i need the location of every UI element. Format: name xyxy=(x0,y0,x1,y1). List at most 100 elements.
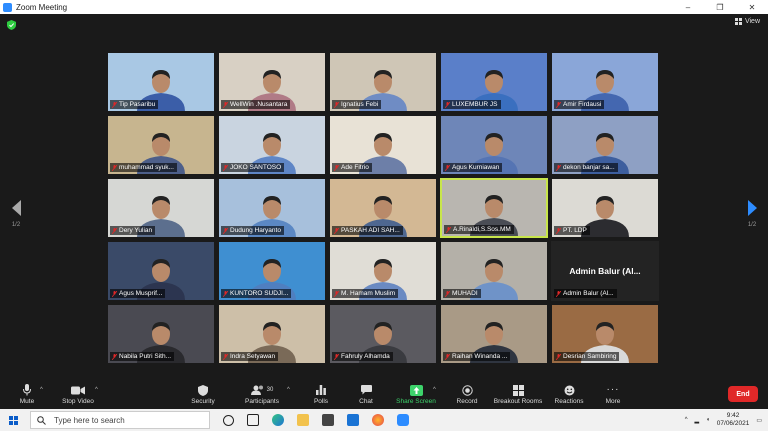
participant-name: muhammad syuk... xyxy=(119,164,174,171)
participant-tile[interactable]: Agus Musprif... xyxy=(107,241,215,301)
chevron-right-icon xyxy=(747,200,757,216)
zoom-app-icon xyxy=(3,2,12,12)
participant-name: KUNTORO SUDJI... xyxy=(230,290,289,297)
participant-tile[interactable]: muhammad syuk... xyxy=(107,115,215,175)
volume-icon[interactable]: ◖ xyxy=(706,417,710,423)
participants-button[interactable]: 30 Participants xyxy=(242,384,282,405)
chat-label: Chat xyxy=(359,398,373,405)
notifications-icon[interactable]: ▭ xyxy=(756,417,762,424)
security-label: Security xyxy=(191,398,215,405)
participant-tile[interactable]: Dery Yulian xyxy=(107,178,215,238)
participant-name: Raihan Winanda ... xyxy=(452,353,508,360)
breakout-rooms-button[interactable]: Breakout Rooms xyxy=(491,384,545,405)
muted-microphone-icon xyxy=(334,353,339,360)
participant-name-label: Agus Kurniawan xyxy=(443,163,503,172)
participant-tile[interactable]: Agus Kurniawan xyxy=(440,115,548,175)
participant-name-label: Agus Musprif... xyxy=(110,289,166,298)
windows-taskbar: Type here to search ^ ▂ ◖ 9:42 07/06/202… xyxy=(0,409,768,431)
mail-icon[interactable] xyxy=(347,414,359,426)
search-icon xyxy=(37,415,46,425)
participant-tile[interactable]: PASKAH ADI SAH... xyxy=(329,178,437,238)
participant-tile[interactable]: KUNTORO SUDJI... xyxy=(218,241,326,301)
mute-button[interactable]: Mute xyxy=(14,384,40,405)
firefox-icon[interactable] xyxy=(372,414,384,426)
maximize-button[interactable]: ❐ xyxy=(704,0,736,14)
participant-name-label: Indra Setyawan xyxy=(221,352,279,361)
participant-tile[interactable]: Desrian Sambiring xyxy=(551,304,659,364)
close-button[interactable]: ✕ xyxy=(736,0,768,14)
zoom-taskbar-icon[interactable] xyxy=(397,414,409,426)
participant-name: Desrian Sambiring xyxy=(563,353,617,360)
security-button[interactable]: Security xyxy=(188,384,218,405)
participant-name: Dery Yulian xyxy=(119,227,153,234)
chevron-up-icon: ^ xyxy=(287,387,290,393)
participant-tile[interactable]: Fahruly Alhamda xyxy=(329,304,437,364)
taskbar-search-input[interactable]: Type here to search xyxy=(30,411,210,429)
polls-button[interactable]: Polls xyxy=(311,384,331,405)
participant-tile[interactable]: MUHADI xyxy=(440,241,548,301)
chat-button[interactable]: Chat xyxy=(356,384,376,405)
participant-tile[interactable]: Raihan Winanda ... xyxy=(440,304,548,364)
participant-tile[interactable]: Amir Firdausi xyxy=(551,52,659,112)
share-screen-label: Share Screen xyxy=(396,398,436,405)
participant-name-label: dekon banjar sa... xyxy=(554,163,618,172)
participant-name: Indra Setyawan xyxy=(230,353,276,360)
stop-video-button[interactable]: Stop Video xyxy=(58,384,98,405)
record-label: Record xyxy=(456,398,478,405)
more-button[interactable]: ··· More xyxy=(603,384,623,406)
muted-microphone-icon xyxy=(223,353,228,360)
windows-start-icon[interactable] xyxy=(9,415,18,425)
muted-microphone-icon xyxy=(556,164,561,171)
microphone-icon xyxy=(23,384,31,396)
participant-tile[interactable]: Indra Setyawan xyxy=(218,304,326,364)
store-icon[interactable] xyxy=(322,414,334,426)
cortana-icon[interactable] xyxy=(223,414,234,426)
muted-microphone-icon xyxy=(112,353,117,360)
file-explorer-icon[interactable] xyxy=(297,414,309,426)
minimize-button[interactable]: – xyxy=(672,0,704,14)
polls-label: Polls xyxy=(313,398,329,405)
chevron-up-icon: ^ xyxy=(95,387,98,393)
participant-tile[interactable]: dekon banjar sa... xyxy=(551,115,659,175)
record-button[interactable]: Record xyxy=(455,384,479,405)
participant-tile[interactable]: Nabila Putri Sith... xyxy=(107,304,215,364)
chat-bubble-icon xyxy=(360,385,372,395)
participant-tile[interactable]: Ade Fitrio xyxy=(329,115,437,175)
clock-time: 9:42 xyxy=(726,412,740,419)
participant-tile[interactable]: Admin Balur (Al... Admin Balur (Al... xyxy=(551,241,659,301)
end-meeting-button[interactable]: End xyxy=(728,386,758,402)
task-view-icon[interactable] xyxy=(247,414,259,426)
participant-name-label: WellWin .Nusantara xyxy=(221,100,291,109)
participant-name-label: Amir Firdausi xyxy=(554,100,605,109)
gallery-view: Tip Pasaribu WellWin .Nusantara Ignatius F… xyxy=(107,52,662,370)
muted-microphone-icon xyxy=(446,226,451,233)
edge-browser-icon[interactable] xyxy=(272,414,284,426)
participant-name: M. Hamam Muslim xyxy=(341,290,396,297)
participant-tile[interactable]: WellWin .Nusantara xyxy=(218,52,326,112)
participant-tile[interactable]: PT. LDP xyxy=(551,178,659,238)
participant-name-label: Admin Balur (Al... xyxy=(554,289,617,298)
view-button[interactable]: View xyxy=(734,18,760,25)
reactions-button[interactable]: Reactions xyxy=(553,384,585,405)
next-page-button[interactable]: 1/2 xyxy=(742,200,762,228)
previous-page-button[interactable]: 1/2 xyxy=(6,200,26,228)
participant-name: A.Rinaldi,S.Sos.MM xyxy=(453,226,511,233)
participant-tile[interactable]: M. Hamam Muslim xyxy=(329,241,437,301)
network-icon[interactable]: ▂ xyxy=(695,417,700,424)
participant-name-label: PASKAH ADI SAH... xyxy=(332,226,403,235)
muted-microphone-icon xyxy=(334,227,339,234)
muted-microphone-icon xyxy=(334,101,339,108)
participant-tile[interactable]: Tip Pasaribu xyxy=(107,52,215,112)
participant-display-name: Admin Balur (Al... xyxy=(569,266,641,276)
shield-icon[interactable] xyxy=(7,20,16,30)
participant-tile[interactable]: JOKO SANTOSO xyxy=(218,115,326,175)
share-screen-button[interactable]: Share Screen xyxy=(394,384,438,405)
taskbar-clock[interactable]: 9:42 07/06/2021 xyxy=(717,412,750,428)
participant-tile[interactable]: Dudung Haryanto xyxy=(218,178,326,238)
participant-tile[interactable]: LUXEMBUR JS xyxy=(440,52,548,112)
participant-tile[interactable]: A.Rinaldi,S.Sos.MM xyxy=(440,178,548,238)
muted-microphone-icon xyxy=(556,101,561,108)
show-hidden-icons-icon[interactable]: ^ xyxy=(685,417,688,423)
participant-name: Admin Balur (Al... xyxy=(563,290,614,297)
participant-tile[interactable]: Ignatius Febi xyxy=(329,52,437,112)
